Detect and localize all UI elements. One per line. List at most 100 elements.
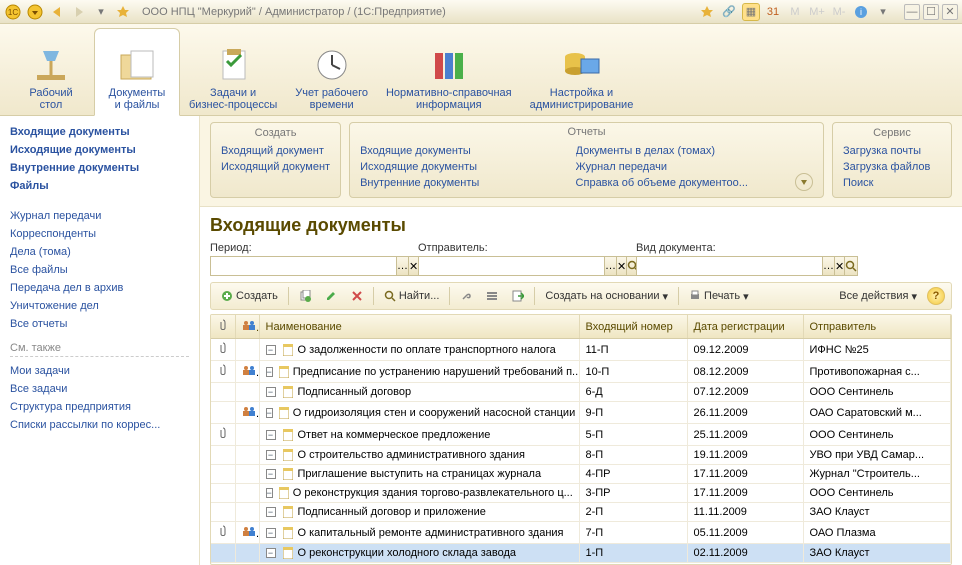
- tree-toggle-icon[interactable]: −: [266, 469, 276, 479]
- dropdown-small-icon[interactable]: ▾: [92, 3, 110, 21]
- nav-incoming-docs[interactable]: Входящие документы: [10, 124, 189, 140]
- info-icon[interactable]: i: [852, 3, 870, 21]
- tb-create-based-button[interactable]: Создать на основании ▾: [541, 286, 672, 306]
- col-number[interactable]: Входящий номер: [579, 315, 687, 339]
- info-dropdown-icon[interactable]: ▾: [874, 3, 892, 21]
- nav-transfer-journal[interactable]: Журнал передачи: [10, 208, 189, 224]
- nav-archive-transfer[interactable]: Передача дел в архив: [10, 280, 189, 296]
- tree-toggle-icon[interactable]: −: [266, 430, 276, 440]
- tb-edit-button[interactable]: [321, 286, 341, 306]
- help-button[interactable]: ?: [927, 287, 945, 305]
- tb-create-button[interactable]: Создать: [217, 286, 282, 306]
- report-internal[interactable]: Внутренние документы: [360, 175, 561, 191]
- tree-toggle-icon[interactable]: −: [266, 528, 276, 538]
- section-tasks-processes[interactable]: Задачи и бизнес-процессы: [180, 27, 286, 115]
- nav-all-reports[interactable]: Все отчеты: [10, 316, 189, 332]
- report-docflow-volume[interactable]: Справка об объеме документоо...: [576, 175, 777, 191]
- nav-mailing-lists[interactable]: Списки рассылки по коррес...: [10, 417, 189, 433]
- tb-list-button[interactable]: [482, 286, 502, 306]
- back-icon[interactable]: [48, 3, 66, 21]
- table-row[interactable]: −Предписание по устранению нарушений тре…: [211, 361, 951, 383]
- report-incoming[interactable]: Входящие документы: [360, 143, 561, 159]
- create-outgoing-doc[interactable]: Исходящий документ: [221, 159, 330, 175]
- filter-period-choose[interactable]: …: [397, 256, 409, 276]
- col-sender[interactable]: Отправитель: [803, 315, 951, 339]
- nav-files[interactable]: Файлы: [10, 178, 189, 194]
- section-documents-files[interactable]: Документы и файлы: [94, 28, 180, 116]
- filter-kind-input[interactable]: [636, 256, 823, 276]
- table-row[interactable]: −О гидроизоляция стен и сооружений насос…: [211, 402, 951, 424]
- tree-toggle-icon[interactable]: −: [266, 367, 273, 377]
- minimize-button[interactable]: —: [904, 4, 920, 20]
- nav-all-files[interactable]: Все файлы: [10, 262, 189, 278]
- col-name[interactable]: Наименование: [259, 315, 579, 339]
- filter-kind-search[interactable]: [845, 256, 858, 276]
- table-row[interactable]: −О капитальный ремонте административного…: [211, 522, 951, 544]
- section-settings-admin[interactable]: Настройка и администрирование: [521, 27, 643, 115]
- tree-toggle-icon[interactable]: −: [266, 548, 276, 558]
- service-search[interactable]: Поиск: [843, 175, 941, 191]
- filter-kind-clear[interactable]: ✕: [835, 256, 845, 276]
- dropdown-icon[interactable]: [26, 3, 44, 21]
- section-worktime[interactable]: Учет рабочего времени: [286, 27, 377, 115]
- tb-find-button[interactable]: Найти...: [380, 286, 444, 306]
- filter-period-input[interactable]: [210, 256, 397, 276]
- table-row[interactable]: −О строительство административного здани…: [211, 446, 951, 465]
- filter-sender-choose[interactable]: …: [605, 256, 617, 276]
- forward-icon[interactable]: [70, 3, 88, 21]
- documents-table[interactable]: Наименование Входящий номер Дата регистр…: [210, 314, 952, 565]
- nav-outgoing-docs[interactable]: Исходящие документы: [10, 142, 189, 158]
- row-name-text: О задолженности по оплате транспортного …: [298, 344, 556, 356]
- favorites-add-icon[interactable]: [698, 3, 716, 21]
- tb-export-button[interactable]: [508, 286, 528, 306]
- report-transfer-journal[interactable]: Журнал передачи: [576, 159, 777, 175]
- nav-cases[interactable]: Дела (тома): [10, 244, 189, 260]
- tree-toggle-icon[interactable]: −: [266, 450, 276, 460]
- tree-toggle-icon[interactable]: −: [266, 408, 273, 418]
- report-docs-in-cases[interactable]: Документы в делах (томах): [576, 143, 777, 159]
- service-load-mail[interactable]: Загрузка почты: [843, 143, 941, 159]
- tb-copy-button[interactable]: [295, 286, 315, 306]
- close-button[interactable]: ✕: [942, 4, 958, 20]
- filter-kind-choose[interactable]: …: [823, 256, 835, 276]
- section-reference-info[interactable]: Нормативно-справочная информация: [377, 27, 521, 115]
- maximize-button[interactable]: ☐: [923, 4, 939, 20]
- calendar-icon[interactable]: 31: [764, 3, 782, 21]
- col-participants[interactable]: [235, 315, 259, 339]
- filter-sender-clear[interactable]: ✕: [617, 256, 627, 276]
- link-icon[interactable]: 🔗: [720, 3, 738, 21]
- nav-correspondents[interactable]: Корреспонденты: [10, 226, 189, 242]
- tb-print-button[interactable]: Печать ▾: [685, 286, 753, 306]
- report-outgoing[interactable]: Исходящие документы: [360, 159, 561, 175]
- nav-destroy-cases[interactable]: Уничтожение дел: [10, 298, 189, 314]
- table-row[interactable]: −Подписанный договор6-Д07.12.2009ООО Сен…: [211, 383, 951, 402]
- tree-toggle-icon[interactable]: −: [266, 507, 276, 517]
- nav-my-tasks[interactable]: Мои задачи: [10, 363, 189, 379]
- tb-delete-button[interactable]: [347, 286, 367, 306]
- cell-attachment: [211, 522, 235, 544]
- tb-all-actions-button[interactable]: Все действия ▾: [835, 286, 921, 306]
- tb-tool-button[interactable]: [456, 286, 476, 306]
- nav-internal-docs[interactable]: Внутренние документы: [10, 160, 189, 176]
- col-attachment[interactable]: [211, 315, 235, 339]
- section-desktop[interactable]: Рабочий стол: [8, 27, 94, 115]
- table-row[interactable]: −Приглашение выступить на страницах журн…: [211, 465, 951, 484]
- filter-sender-input[interactable]: [418, 256, 605, 276]
- tree-toggle-icon[interactable]: −: [266, 387, 276, 397]
- expand-reports-button[interactable]: [795, 173, 813, 191]
- tree-toggle-icon[interactable]: −: [266, 488, 273, 498]
- nav-org-structure[interactable]: Структура предприятия: [10, 399, 189, 415]
- col-date[interactable]: Дата регистрации: [687, 315, 803, 339]
- table-row[interactable]: −Подписанный договор и приложение2-П11.1…: [211, 503, 951, 522]
- nav-all-tasks[interactable]: Все задачи: [10, 381, 189, 397]
- table-row[interactable]: − О задолженности по оплате транспортного…: [211, 339, 951, 361]
- service-load-files[interactable]: Загрузка файлов: [843, 159, 941, 175]
- calculator-icon[interactable]: ▦: [742, 3, 760, 21]
- cell-number: 6-Д: [579, 383, 687, 402]
- create-incoming-doc[interactable]: Входящий документ: [221, 143, 330, 159]
- table-row[interactable]: −О реконструкции холодного склада завода…: [211, 544, 951, 563]
- table-row[interactable]: −Ответ на коммерческое предложение5-П25.…: [211, 424, 951, 446]
- star-icon[interactable]: [114, 3, 132, 21]
- tree-toggle-icon[interactable]: −: [266, 345, 276, 355]
- table-row[interactable]: −О реконструкция здания торгово-развлека…: [211, 484, 951, 503]
